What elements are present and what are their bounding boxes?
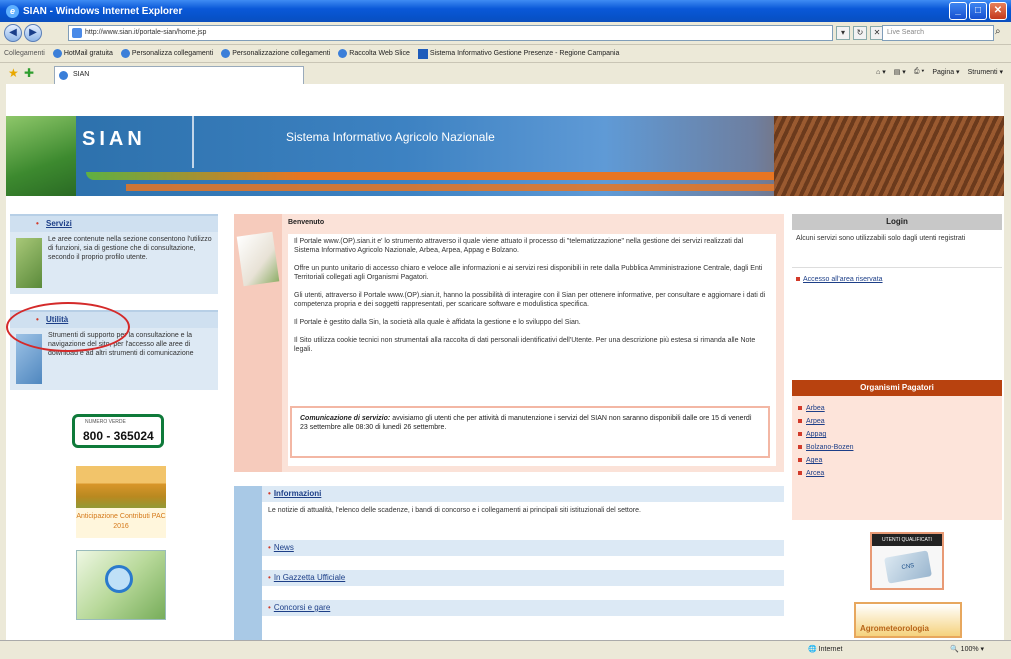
servizi-box: • Servizi Le aree contenute nella sezione… xyxy=(10,214,218,294)
banner-logo: SIAN xyxy=(82,128,146,150)
service-notice: Comunicazione di servizio: avvisiamo gli… xyxy=(290,406,770,458)
link-item[interactable]: Personalizzazione collegamenti xyxy=(221,49,330,58)
sian-banner: SIAN Sistema Informativo Agricolo Nazion… xyxy=(6,116,1004,196)
smart-card-icon: CNS xyxy=(884,550,932,584)
page-menu[interactable]: Pagina ▾ xyxy=(932,68,959,76)
phone-number: 800 - 365024 xyxy=(83,429,154,443)
reserved-area-link[interactable]: Accesso all'area riservata xyxy=(792,268,1002,291)
login-title: Login xyxy=(792,214,1002,230)
back-button[interactable]: ◀ xyxy=(4,24,22,42)
print-icon[interactable]: ⎙ ▾ xyxy=(914,68,925,76)
annotation-circle xyxy=(6,302,130,352)
banner-ploughed-field xyxy=(774,116,1004,196)
browser-window: e SIAN - Windows Internet Explorer _ □ ✕… xyxy=(0,0,1011,659)
close-button[interactable]: ✕ xyxy=(989,2,1007,20)
concorsi-link[interactable]: • Concorsi e gare xyxy=(262,600,784,616)
ie-page-icon xyxy=(338,49,348,58)
links-bar: Collegamenti HotMail gratuita Personaliz… xyxy=(0,44,1011,62)
web-page: SIAN Sistema Informativo Agricolo Nazion… xyxy=(6,84,1004,640)
ie-icon: e xyxy=(6,4,19,18)
agrometeorologia-banner[interactable]: Agrometeorologia xyxy=(854,602,962,638)
page-icon xyxy=(72,28,82,38)
window-title: SIAN - Windows Internet Explorer xyxy=(23,5,183,17)
informazioni-box: • Informazioni Le notizie di attualità, l… xyxy=(234,486,784,640)
servizi-link[interactable]: • Servizi xyxy=(10,216,218,232)
organismo-link[interactable]: Appag xyxy=(798,428,996,441)
minimize-button[interactable]: _ xyxy=(949,2,967,20)
refresh-icon[interactable]: ↻ xyxy=(853,26,867,40)
favorites-star-icon[interactable]: ★ xyxy=(8,66,19,80)
search-icon[interactable]: ⌕ xyxy=(995,26,1001,37)
links-label: Collegamenti xyxy=(4,50,45,57)
site-icon xyxy=(417,48,428,59)
tools-menu[interactable]: Strumenti ▾ xyxy=(968,68,1003,76)
welcome-box: Benvenuto Il Portale www.(OP).sian.it e'… xyxy=(234,214,784,472)
leaf-search-image[interactable] xyxy=(76,550,166,620)
servizi-thumbnail xyxy=(16,238,42,288)
left-column: • Servizi Le aree contenute nella sezione… xyxy=(10,214,218,390)
link-item[interactable]: Sistema Informativo Gestione Presenze - … xyxy=(417,48,619,59)
address-input[interactable]: http://www.sian.it/portale-sian/home.jsp xyxy=(68,25,833,41)
ie-page-icon xyxy=(52,49,62,58)
maximize-button[interactable]: □ xyxy=(969,2,987,20)
ie-page-icon xyxy=(59,71,68,80)
organismi-list: Arbea Arpea Appag Bolzano-Bozen Agea Arc… xyxy=(792,396,1002,486)
go-dropdown-icon[interactable]: ▾ xyxy=(836,26,850,40)
pac-label[interactable]: Anticipazione Contributi PAC 2016 xyxy=(76,508,166,538)
home-icon[interactable]: ⌂ ▾ xyxy=(876,68,886,76)
title-bar: e SIAN - Windows Internet Explorer _ □ ✕ xyxy=(0,0,1011,22)
magnifier-icon xyxy=(105,565,133,593)
status-bar: 🌐 Internet 🔍 100% ▾ xyxy=(0,640,1011,659)
organismo-link[interactable]: Arbea xyxy=(798,402,996,415)
link-item[interactable]: Raccolta Web Slice xyxy=(338,49,410,58)
organismi-pagatori-box: Organismi Pagatori Arbea Arpea Appag Bol… xyxy=(792,380,1002,520)
welcome-title: Benvenuto xyxy=(288,219,325,226)
utenti-qualificati-banner[interactable]: UTENTI QUALIFICATI CNS xyxy=(870,532,944,590)
link-item[interactable]: Personalizza collegamenti xyxy=(120,49,213,58)
news-link[interactable]: • News xyxy=(262,540,784,556)
internet-zone: 🌐 Internet xyxy=(808,646,843,653)
banner-subtitle: Sistema Informativo Agricolo Nazionale xyxy=(286,130,495,144)
welcome-image xyxy=(236,231,280,287)
login-text: Alcuni servizi sono utilizzabili solo da… xyxy=(792,230,1002,268)
organismo-link[interactable]: Bolzano-Bozen xyxy=(798,441,996,454)
tab-sian[interactable]: SIAN xyxy=(54,66,304,84)
login-box: Login Alcuni servizi sono utilizzabili s… xyxy=(792,214,1002,364)
gazzetta-link[interactable]: • In Gazzetta Ufficiale xyxy=(262,570,784,586)
pac-image[interactable] xyxy=(76,466,166,510)
link-item[interactable]: HotMail gratuita xyxy=(52,49,113,58)
search-input[interactable]: Live Search xyxy=(882,25,994,41)
numero-verde-badge[interactable]: NUMERO VERDE 800 - 365024 xyxy=(72,414,164,448)
add-favorites-icon[interactable]: ✚ xyxy=(24,66,34,80)
organismo-link[interactable]: Arpea xyxy=(798,415,996,428)
informazioni-text: Le notizie di attualità, l'elenco delle … xyxy=(268,507,641,514)
informazioni-link[interactable]: • Informazioni xyxy=(262,486,784,502)
ie-page-icon xyxy=(221,49,231,58)
organismo-link[interactable]: Agea xyxy=(798,454,996,467)
ie-page-icon xyxy=(120,49,130,58)
feeds-icon[interactable]: ▤ ▾ xyxy=(894,68,906,76)
banner-field-image xyxy=(6,116,76,196)
forward-button[interactable]: ▶ xyxy=(24,24,42,42)
organismo-link[interactable]: Arcea xyxy=(798,467,996,480)
zoom-level[interactable]: 🔍 100% ▾ xyxy=(950,645,984,653)
tab-bar: ★ ✚ SIAN ⌂ ▾ ▤ ▾ ⎙ ▾ Pagina ▾ Strumenti … xyxy=(0,62,1011,84)
organismi-title: Organismi Pagatori xyxy=(792,380,1002,396)
address-bar-row: ◀ ▶ http://www.sian.it/portale-sian/home… xyxy=(0,22,1011,44)
